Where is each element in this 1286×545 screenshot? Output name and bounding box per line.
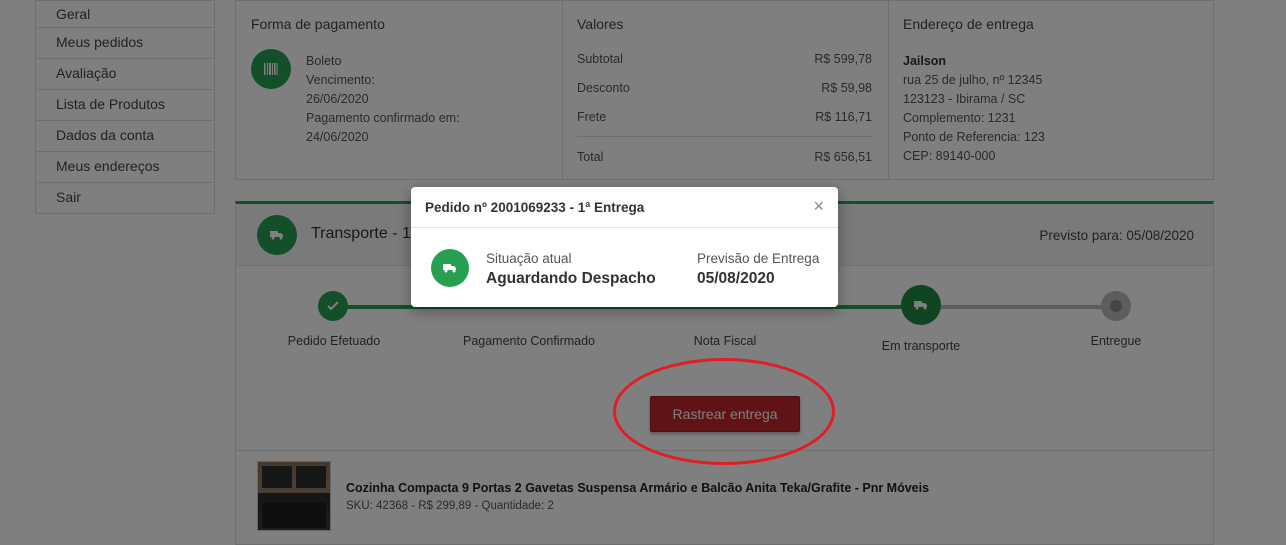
delivery-forecast-label: Previsão de Entrega (697, 251, 820, 266)
truck-icon (431, 249, 469, 287)
delivery-forecast-value: 05/08/2020 (697, 270, 775, 287)
modal-header: Pedido nº 2001069233 - 1ª Entrega × (411, 187, 838, 228)
delivery-status-modal: Pedido nº 2001069233 - 1ª Entrega × Situ… (411, 187, 838, 307)
modal-title: Pedido nº 2001069233 - 1ª Entrega (425, 200, 645, 215)
status-label: Situação atual (486, 251, 572, 266)
close-icon[interactable]: × (813, 197, 824, 215)
order-details-page: Geral Meus pedidos Avaliação Lista de Pr… (0, 0, 1286, 545)
status-value: Aguardando Despacho (486, 270, 656, 287)
